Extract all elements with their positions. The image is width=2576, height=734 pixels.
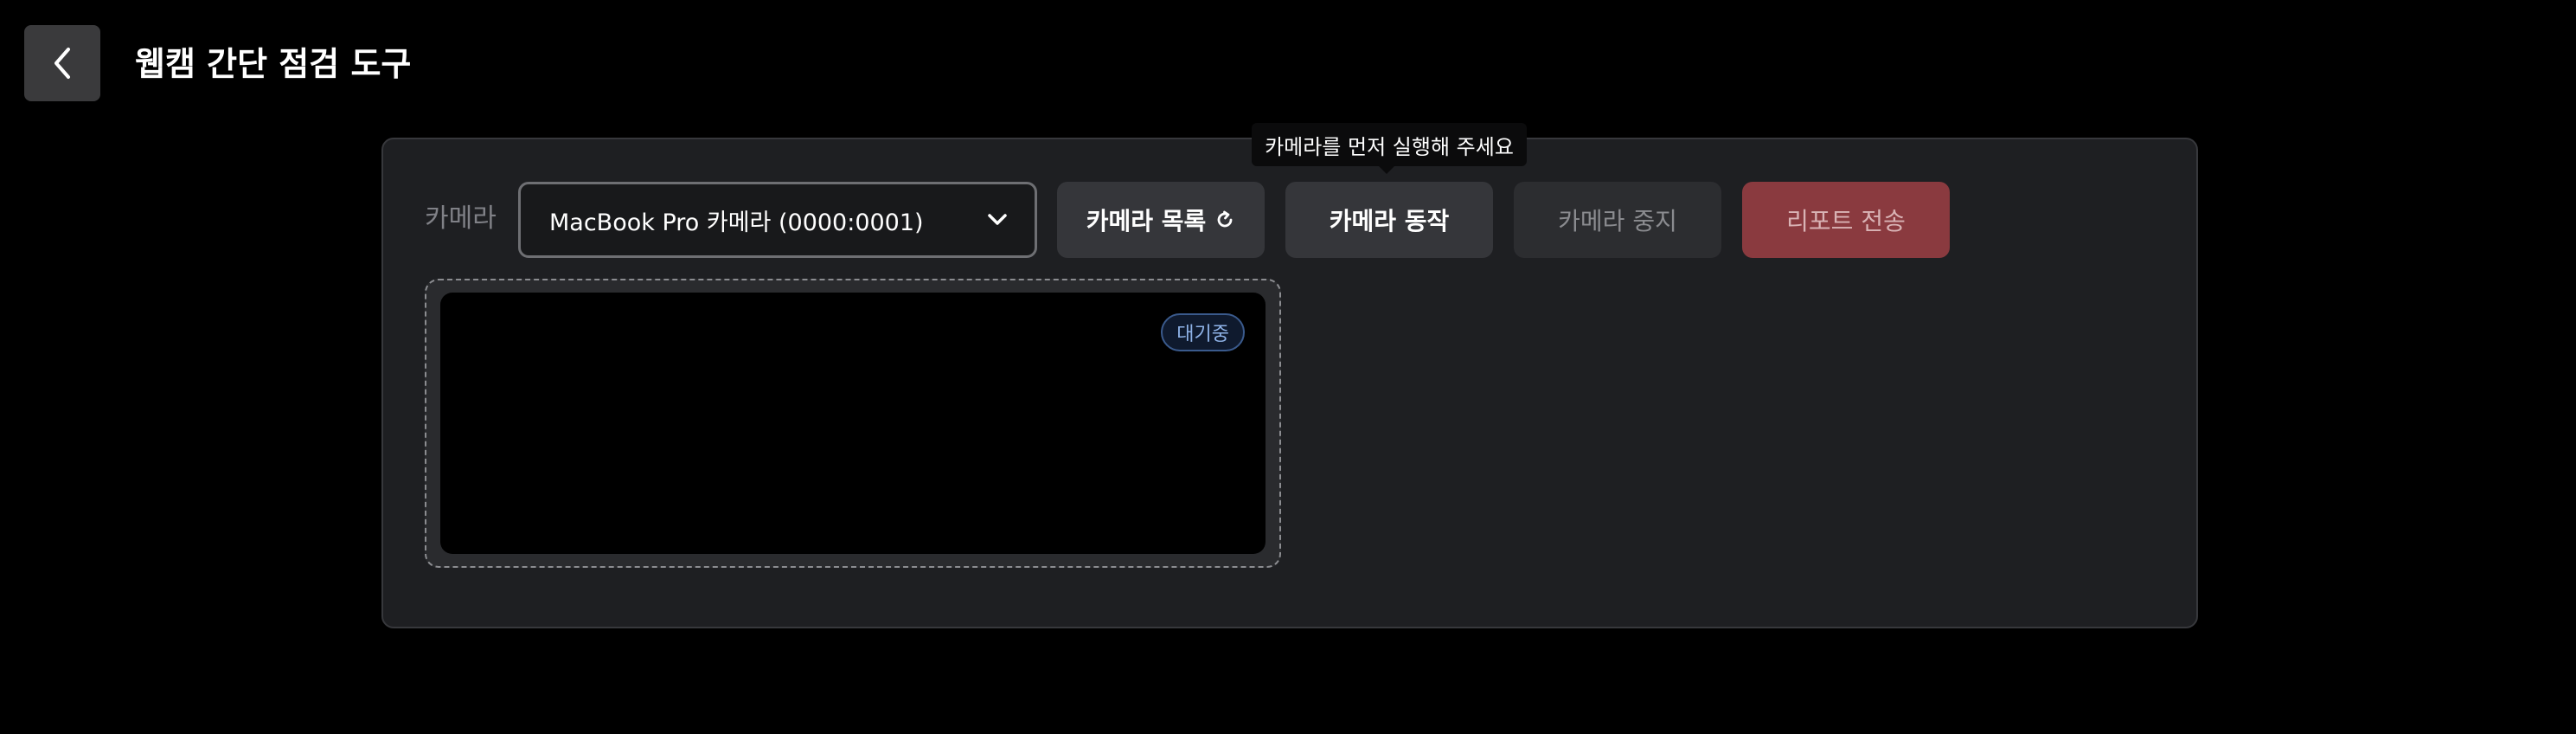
camera-select-value: MacBook Pro 카메라 (0000:0001) xyxy=(549,209,924,236)
tooltip: 카메라를 먼저 실행해 주세요 xyxy=(1252,123,1527,166)
camera-list-button-label: 카메라 목록 xyxy=(1086,207,1207,235)
camera-start-button[interactable]: 카메라 동작 xyxy=(1285,182,1493,258)
page-title: 웹캠 간단 점검 도구 xyxy=(135,45,412,83)
chevron-left-icon xyxy=(54,48,70,79)
camera-preview-frame: 대기중 xyxy=(425,279,1281,568)
tooltip-arrow xyxy=(1378,165,1395,174)
report-send-button[interactable]: 리포트 전송 xyxy=(1742,182,1950,258)
camera-select[interactable]: MacBook Pro 카메라 (0000:0001) xyxy=(518,182,1037,258)
camera-video: 대기중 xyxy=(440,293,1266,554)
camera-list-button[interactable]: 카메라 목록 xyxy=(1057,182,1265,258)
camera-stop-button[interactable]: 카메라 중지 xyxy=(1514,182,1721,258)
back-button[interactable] xyxy=(24,25,100,101)
status-badge: 대기중 xyxy=(1161,313,1245,351)
camera-label: 카메라 xyxy=(425,203,497,234)
refresh-icon xyxy=(1217,210,1233,228)
app-root: 웹캠 간단 점검 도구 카메라 MacBook Pro 카메라 (0000:00… xyxy=(0,0,2576,734)
camera-panel: 카메라 MacBook Pro 카메라 (0000:0001) 카메라 목록 카… xyxy=(381,123,2198,628)
chevron-down-icon xyxy=(988,214,1007,225)
